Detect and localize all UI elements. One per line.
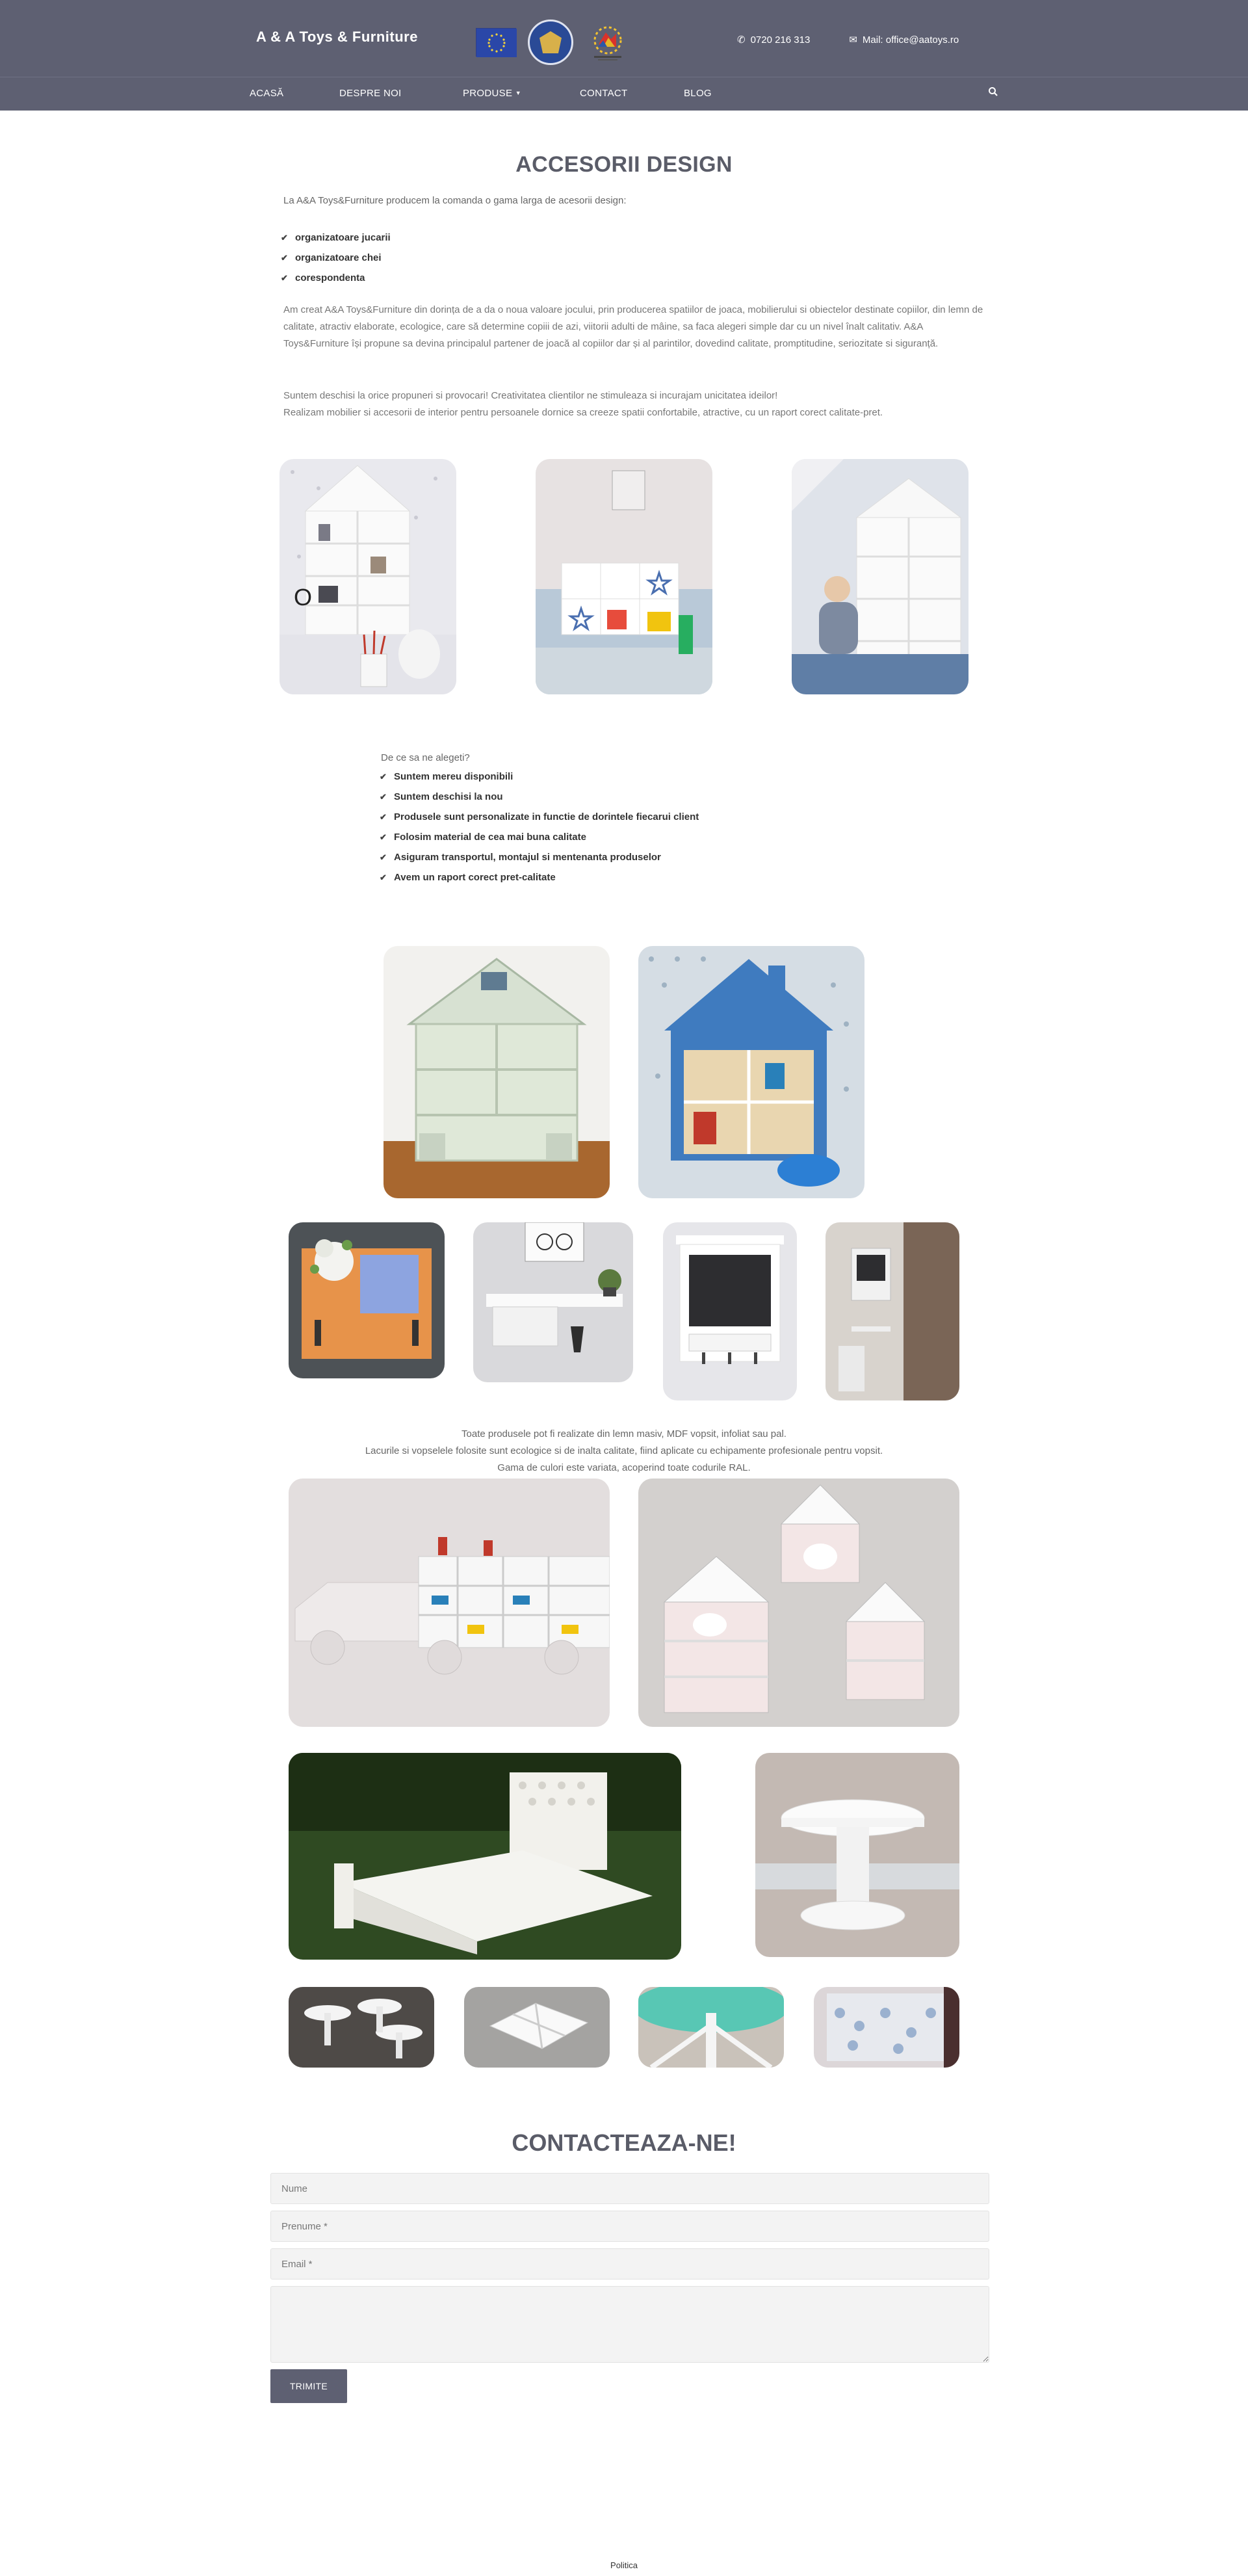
product-photo-toy-cubes[interactable] xyxy=(536,459,712,694)
search-icon[interactable] xyxy=(988,86,998,100)
header-top-bar: A & A Toys & Furniture ✆ 0720 216 313 ✉ … xyxy=(0,0,1248,77)
funding-logos xyxy=(476,18,630,66)
product-photo-round-table[interactable] xyxy=(755,1753,959,1957)
nav-item-acasa[interactable]: ACASĂ xyxy=(250,88,339,99)
product-photo-green-dollhouse[interactable] xyxy=(384,946,610,1198)
list-item: ✔ organizatoare chei xyxy=(281,252,382,263)
firstname-field[interactable] xyxy=(270,2211,989,2242)
nav-item-produse[interactable]: PRODUSE ▼ xyxy=(463,88,580,99)
product-photo-key-holder[interactable] xyxy=(473,1222,633,1382)
phone-contact[interactable]: ✆ 0720 216 313 xyxy=(737,34,810,46)
list-item: ✔ Folosim material de cea mai buna calita… xyxy=(380,832,586,843)
product-photo-white-bed[interactable] xyxy=(289,1753,681,1960)
check-icon: ✔ xyxy=(281,232,288,243)
product-photo-blue-dollhouse[interactable] xyxy=(638,946,864,1198)
list-item: ✔ Asiguram transportul, montajul si mente… xyxy=(380,852,661,863)
list-item: ✔ organizatoare jucarii xyxy=(281,232,391,243)
list-item: ✔ Suntem deschisi la nou xyxy=(380,791,503,802)
product-photo-small-tables[interactable] xyxy=(289,1987,434,2068)
nav-item-contact[interactable]: CONTACT xyxy=(580,88,684,99)
chevron-down-icon: ▼ xyxy=(515,90,521,96)
policy-link[interactable]: Politica xyxy=(0,2560,1248,2570)
nav-item-despre-noi[interactable]: DESPRE NOI xyxy=(339,88,463,99)
message-field[interactable] xyxy=(270,2286,989,2363)
check-icon: ✔ xyxy=(380,872,387,882)
materials-disclaimer: Toate produsele pot fi realizate din lem… xyxy=(365,1428,883,1473)
eu-flag-logo xyxy=(476,25,517,59)
check-icon: ✔ xyxy=(380,811,387,822)
page-title: ACCESORII DESIGN xyxy=(515,152,733,177)
check-icon: ✔ xyxy=(380,791,387,802)
nav-item-blog[interactable]: BLOG xyxy=(684,88,736,99)
list-item: ✔ Avem un raport corect pret-calitate xyxy=(380,872,556,883)
email-field[interactable] xyxy=(270,2248,989,2280)
svg-text:O: O xyxy=(294,584,312,611)
check-icon: ✔ xyxy=(281,252,288,263)
product-photo-orange-organizer[interactable] xyxy=(289,1222,445,1378)
contact-title: CONTACTEAZA-NE! xyxy=(512,2129,736,2156)
product-photo-hallway-organizer[interactable] xyxy=(826,1222,959,1400)
product-photo-tray-box[interactable] xyxy=(464,1987,610,2068)
list-item: ✔ Produsele sunt personalizate in functie… xyxy=(380,811,699,822)
site-header: A & A Toys & Furniture ✆ 0720 216 313 ✉ … xyxy=(0,0,1248,111)
product-photo-chalkboard-hanger[interactable] xyxy=(663,1222,797,1400)
product-photo-house-shelf[interactable]: O xyxy=(280,459,456,694)
why-choose-title: De ce sa ne alegeti? xyxy=(381,752,470,763)
romanian-government-seal-logo xyxy=(526,18,575,66)
category-list: ✔ organizatoare jucarii ✔ organizatoare ch… xyxy=(281,228,391,288)
phone-number: 0720 216 313 xyxy=(750,34,811,46)
submit-button[interactable]: TRIMITE xyxy=(270,2369,347,2403)
openness-paragraph: Suntem deschisi la orice propuneri si pr… xyxy=(283,390,883,418)
reasons-list: ✔ Suntem mereu disponibili ✔ Suntem deschi… xyxy=(380,767,699,887)
product-photo-child-shelf[interactable] xyxy=(792,459,968,694)
envelope-icon: ✉ xyxy=(849,34,857,46)
regio-programme-logo xyxy=(585,20,630,65)
brand-logo-text[interactable]: A & A Toys & Furniture xyxy=(256,29,418,46)
intro-text: La A&A Toys&Furniture producem la comand… xyxy=(283,195,627,206)
check-icon: ✔ xyxy=(281,272,288,283)
name-field[interactable] xyxy=(270,2173,989,2204)
check-icon: ✔ xyxy=(380,771,387,782)
main-navigation: ACASĂ DESPRE NOI PRODUSE ▼ CONTACT BLOG xyxy=(0,77,1248,111)
about-paragraph: Am creat A&A Toys&Furniture din dorința … xyxy=(283,304,983,349)
check-icon: ✔ xyxy=(380,832,387,842)
mail-contact[interactable]: ✉ Mail: office@aatoys.ro xyxy=(849,34,959,46)
header-contact: ✆ 0720 216 313 ✉ Mail: office@aatoys.ro xyxy=(737,34,959,46)
product-photo-house-shelves[interactable] xyxy=(638,1479,959,1727)
phone-icon: ✆ xyxy=(737,34,746,46)
mail-address: Mail: office@aatoys.ro xyxy=(862,34,959,46)
list-item: ✔ corespondenta xyxy=(281,272,365,283)
product-photo-textured-box[interactable] xyxy=(814,1987,959,2068)
product-photo-truck-shelf[interactable] xyxy=(289,1479,610,1727)
check-icon: ✔ xyxy=(380,852,387,862)
list-item: ✔ Suntem mereu disponibili xyxy=(380,771,514,782)
product-photo-teal-table[interactable] xyxy=(638,1987,784,2068)
